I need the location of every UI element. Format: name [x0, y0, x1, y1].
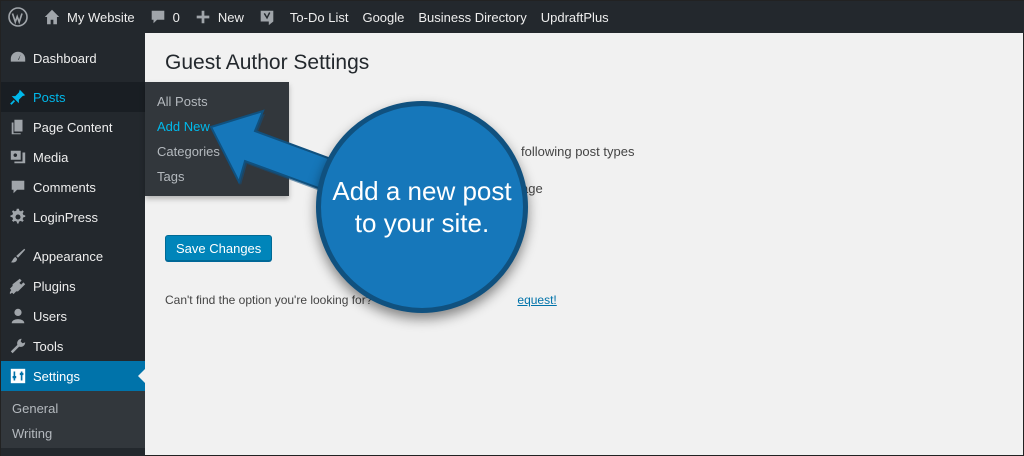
- sidebar-item-media[interactable]: Media: [1, 142, 145, 172]
- settings-submenu-general[interactable]: General: [1, 396, 145, 421]
- callout-text: Add a new post to your site.: [332, 176, 512, 238]
- admin-sidebar: Dashboard Posts Page Content Media Comme…: [1, 33, 145, 456]
- sidebar-item-label: Users: [33, 308, 67, 324]
- site-name: My Website: [67, 9, 135, 25]
- sidebar-item-plugins[interactable]: Plugins: [1, 271, 145, 301]
- comments-count: 0: [172, 9, 180, 25]
- sidebar-item-page-content[interactable]: Page Content: [1, 112, 145, 142]
- pin-icon: [10, 89, 26, 105]
- adminbar-link-business-directory[interactable]: Business Directory: [411, 1, 533, 33]
- new-label: New: [217, 9, 244, 25]
- callout-bubble: Add a new post to your site.: [316, 101, 528, 313]
- settings-submenu: General Writing: [1, 391, 145, 448]
- wrench-icon: [10, 338, 26, 354]
- feature-request-link[interactable]: equest!: [517, 293, 556, 307]
- pages-icon: [11, 119, 23, 135]
- sidebar-item-label: Tools: [33, 338, 64, 354]
- settings-icon: [10, 368, 26, 384]
- wordpress-logo-icon[interactable]: [1, 1, 36, 33]
- user-icon: [11, 308, 25, 324]
- help-line: Can't find the option you're looking for…: [165, 293, 557, 307]
- adminbar-link-google[interactable]: Google: [355, 1, 411, 33]
- help-text: Can't find the option you're looking for…: [165, 293, 373, 307]
- sidebar-item-dashboard[interactable]: Dashboard: [1, 43, 145, 73]
- page-title: Guest Author Settings: [165, 51, 370, 74]
- sidebar-item-users[interactable]: Users: [1, 301, 145, 331]
- sidebar-item-posts[interactable]: Posts: [1, 82, 145, 112]
- sidebar-item-loginpress[interactable]: LoginPress: [1, 202, 145, 232]
- save-changes-button[interactable]: Save Changes: [165, 235, 273, 261]
- comments-link[interactable]: 0: [142, 1, 187, 33]
- main-content: Guest Author Settings following post typ…: [145, 33, 1024, 456]
- yoast-seo-icon[interactable]: [251, 1, 283, 33]
- media-icon: [10, 150, 26, 164]
- adminbar-link-todo[interactable]: To-Do List: [283, 1, 356, 33]
- dashboard-icon: [10, 51, 26, 62]
- comment-icon: [151, 10, 164, 24]
- sidebar-item-settings[interactable]: Settings: [1, 361, 145, 391]
- comment-icon: [11, 180, 25, 194]
- sidebar-item-label: Plugins: [33, 278, 76, 294]
- site-name-link[interactable]: My Website: [36, 1, 142, 33]
- plus-icon: [196, 10, 210, 24]
- sidebar-item-comments[interactable]: Comments: [1, 172, 145, 202]
- sidebar-item-label: Posts: [33, 89, 66, 105]
- sidebar-item-label: Media: [33, 149, 69, 165]
- gear-icon: [10, 208, 26, 224]
- post-types-option-text: following post types: [521, 144, 635, 159]
- sidebar-item-label: Comments: [33, 179, 96, 195]
- plug-icon: [9, 278, 26, 295]
- sidebar-item-label: Settings: [33, 368, 80, 384]
- sidebar-item-label: LoginPress: [33, 209, 99, 225]
- sidebar-item-label: Page Content: [33, 119, 113, 135]
- sidebar-item-label: Dashboard: [33, 50, 97, 66]
- adminbar-link-updraftplus[interactable]: UpdraftPlus: [534, 1, 616, 33]
- sidebar-item-label: Appearance: [33, 248, 104, 264]
- new-content-link[interactable]: New: [187, 1, 251, 33]
- settings-submenu-writing[interactable]: Writing: [1, 421, 145, 446]
- brush-icon: [10, 248, 26, 263]
- sidebar-item-appearance[interactable]: Appearance: [1, 241, 145, 271]
- admin-bar: My Website 0 New To-Do List Google Busin…: [1, 1, 1024, 33]
- sidebar-item-tools[interactable]: Tools: [1, 331, 145, 361]
- home-icon: [44, 9, 60, 25]
